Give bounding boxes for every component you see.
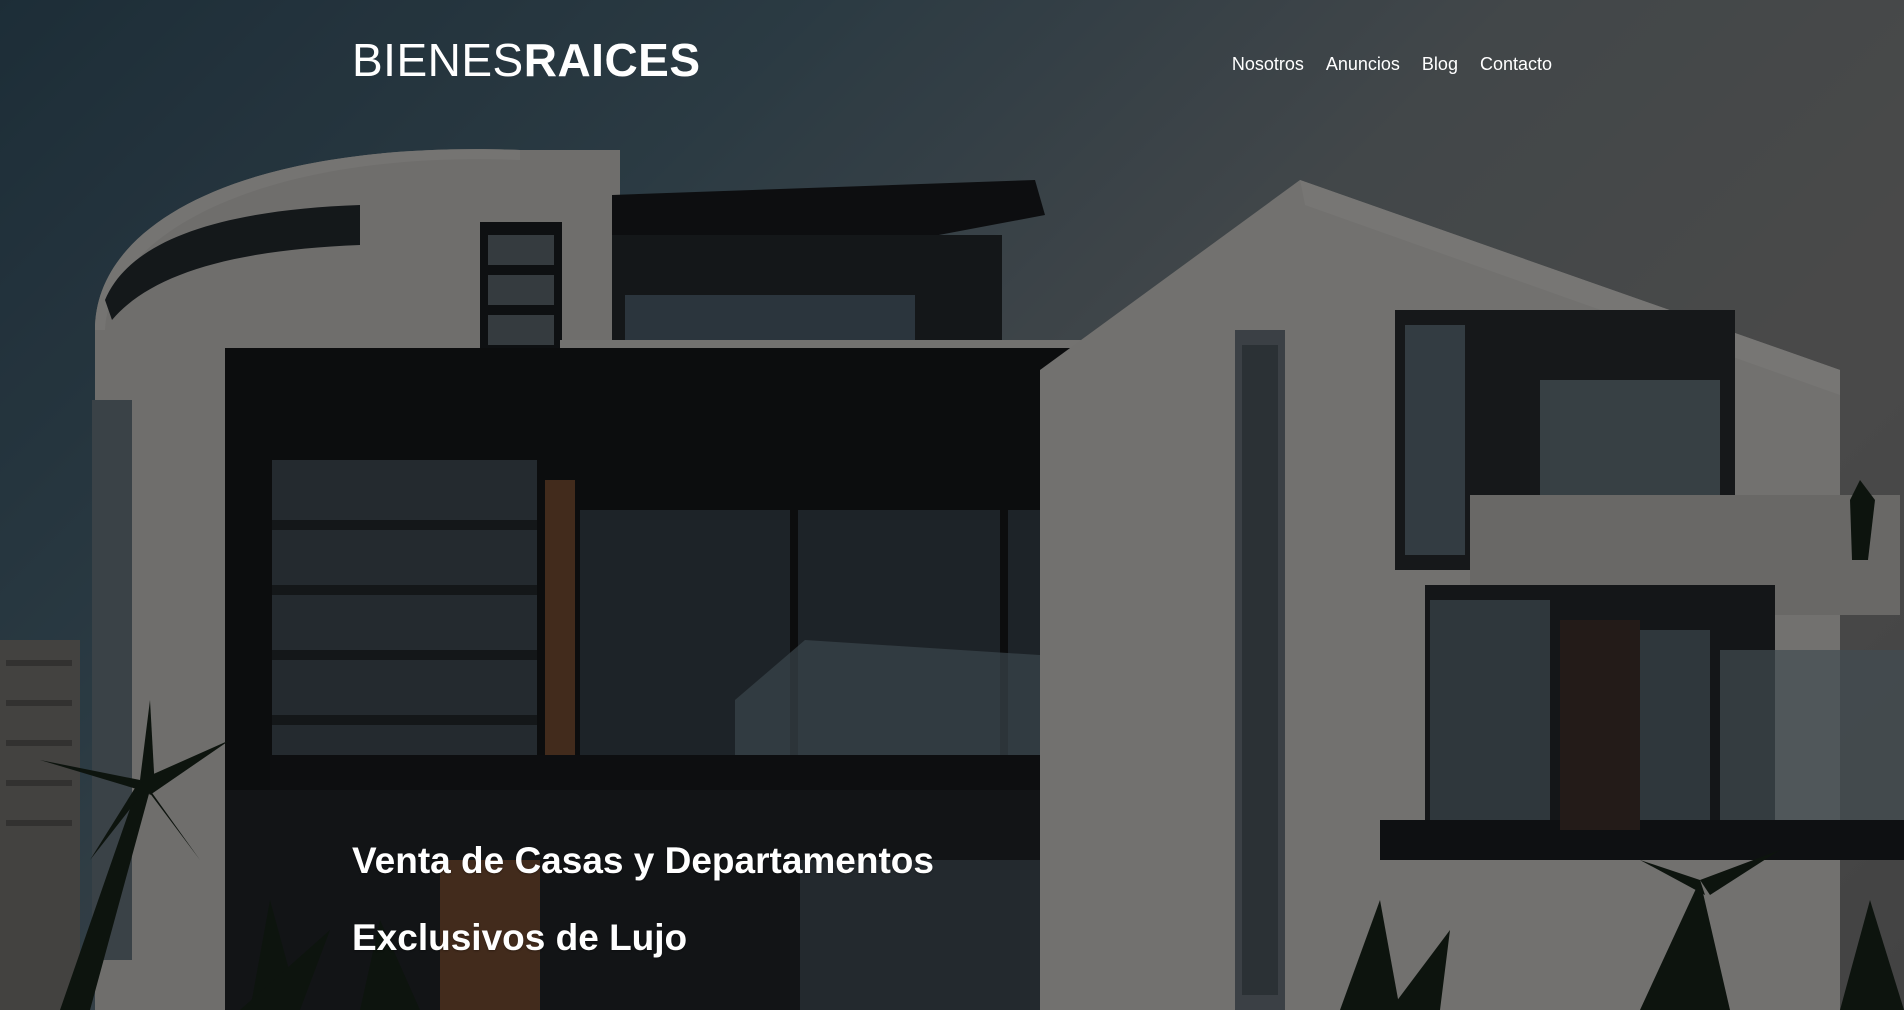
site-logo[interactable]: BIENESRAICES bbox=[352, 34, 701, 86]
nav-link-blog[interactable]: Blog bbox=[1422, 52, 1458, 76]
main-navigation: Nosotros Anuncios Blog Contacto bbox=[1232, 52, 1552, 76]
logo-bold-text: RAICES bbox=[523, 34, 701, 86]
nav-link-nosotros[interactable]: Nosotros bbox=[1232, 52, 1304, 76]
site-header: BIENESRAICES Nosotros Anuncios Blog Cont… bbox=[0, 0, 1904, 130]
hero-heading-block: Venta de Casas y Departamentos Exclusivo… bbox=[352, 822, 1152, 976]
page: BIENESRAICES Nosotros Anuncios Blog Cont… bbox=[0, 0, 1904, 1010]
nav-link-contacto[interactable]: Contacto bbox=[1480, 52, 1552, 76]
hero-heading-line-1: Venta de Casas y Departamentos bbox=[352, 840, 934, 881]
hero-heading-line-2: Exclusivos de Lujo bbox=[352, 917, 688, 958]
nav-link-anuncios[interactable]: Anuncios bbox=[1326, 52, 1400, 76]
logo-light-text: BIENES bbox=[352, 34, 524, 86]
